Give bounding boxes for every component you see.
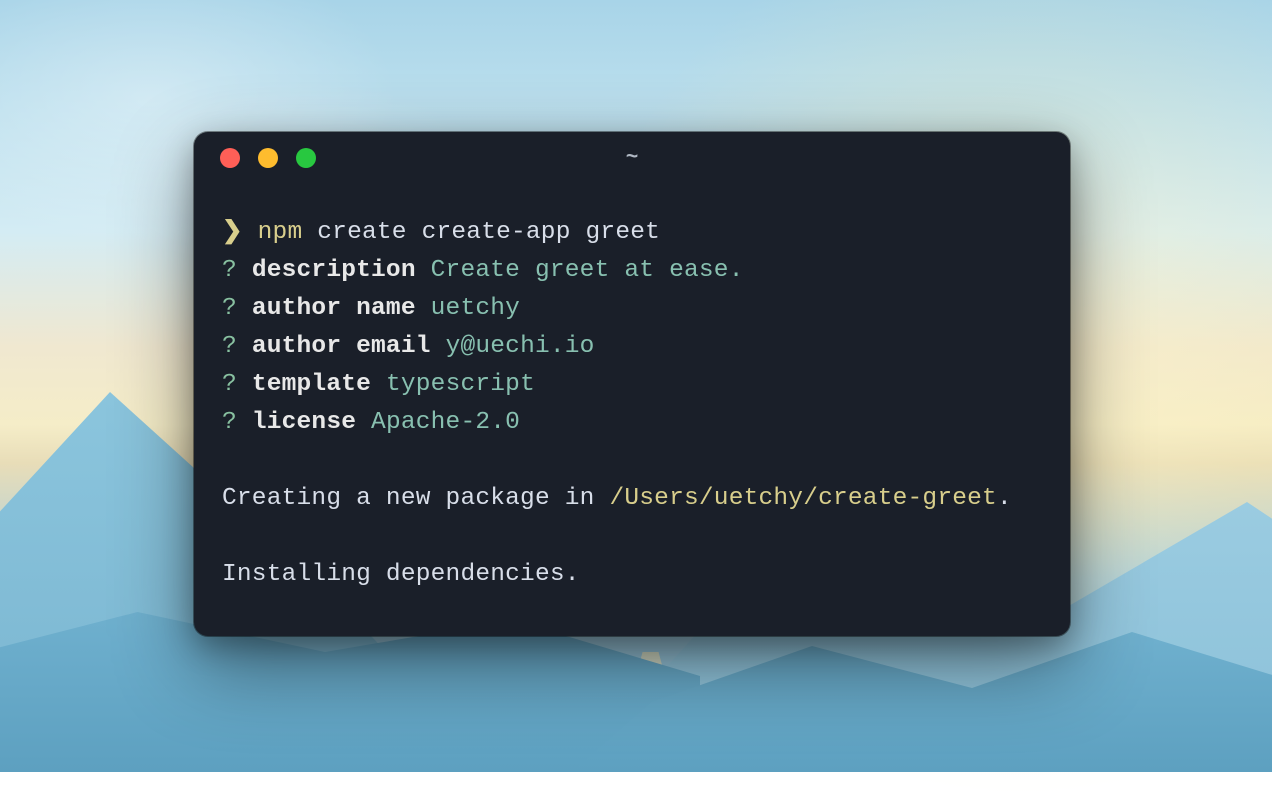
- terminal-window[interactable]: ~ ❯ npm create create-app greet? descrip…: [194, 132, 1070, 636]
- status-text: Installing dependencies.: [222, 561, 580, 588]
- window-title: ~: [194, 147, 1070, 170]
- command-args: create create-app greet: [317, 219, 660, 246]
- prompt-label: license: [252, 409, 356, 436]
- minimize-button[interactable]: [258, 148, 278, 168]
- question-mark-icon: ?: [222, 371, 237, 398]
- zoom-button[interactable]: [296, 148, 316, 168]
- status-text: Creating a new package in: [222, 485, 609, 512]
- prompt-caret-icon: ❯: [222, 219, 243, 246]
- command-binary: npm: [258, 219, 303, 246]
- prompt-answer: Apache-2.0: [371, 409, 520, 436]
- command-line: ❯ npm create create-app greet: [222, 214, 1042, 252]
- prompt-label: author email: [252, 333, 431, 360]
- prompt-label: template: [252, 371, 371, 398]
- prompt-line: ? license Apache-2.0: [222, 404, 1042, 442]
- prompt-line: ? author email y@uechi.io: [222, 328, 1042, 366]
- question-mark-icon: ?: [222, 295, 237, 322]
- prompt-answer: uetchy: [431, 295, 520, 322]
- prompt-answer: typescript: [386, 371, 535, 398]
- question-mark-icon: ?: [222, 257, 237, 284]
- prompt-label: author name: [252, 295, 416, 322]
- terminal-output[interactable]: ❯ npm create create-app greet? descripti…: [194, 184, 1070, 594]
- close-button[interactable]: [220, 148, 240, 168]
- prompt-answer: y@uechi.io: [446, 333, 595, 360]
- prompt-line: ? template typescript: [222, 366, 1042, 404]
- prompt-label: description: [252, 257, 416, 284]
- question-mark-icon: ?: [222, 409, 237, 436]
- status-line: Installing dependencies.: [222, 556, 1042, 594]
- prompt-answer: Create greet at ease.: [431, 257, 744, 284]
- titlebar: ~: [194, 132, 1070, 184]
- status-line: Creating a new package in /Users/uetchy/…: [222, 480, 1042, 518]
- prompt-line: ? description Create greet at ease.: [222, 252, 1042, 290]
- prompt-line: ? author name uetchy: [222, 290, 1042, 328]
- traffic-lights: [220, 148, 316, 168]
- status-path: /Users/uetchy/create-greet: [609, 485, 996, 512]
- question-mark-icon: ?: [222, 333, 237, 360]
